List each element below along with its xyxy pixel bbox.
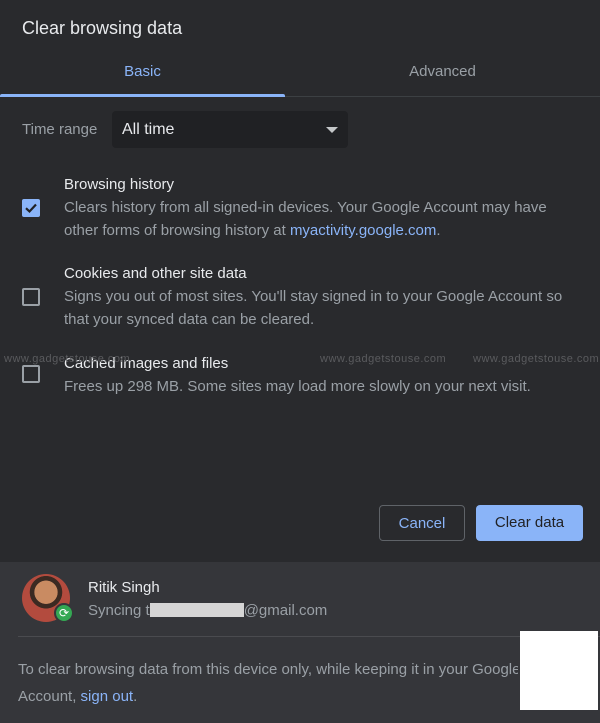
- watermark: www.gadgetstouse.com: [320, 353, 447, 365]
- footer-note-suffix: .: [133, 688, 138, 705]
- redacted-email: [149, 603, 244, 617]
- cancel-button[interactable]: Cancel: [379, 505, 465, 541]
- tab-bar: Basic Advanced: [0, 50, 600, 97]
- sync-prefix: Syncing t: [88, 602, 150, 619]
- time-range-label: Time range: [22, 121, 98, 138]
- redaction-box: [520, 631, 598, 710]
- browsing-history-desc-end: .: [436, 222, 441, 239]
- cookies-description: Signs you out of most sites. You'll stay…: [64, 288, 563, 328]
- tab-basic[interactable]: Basic: [0, 50, 285, 97]
- account-name: Ritik Singh: [88, 579, 160, 596]
- myactivity-link[interactable]: myactivity.google.com: [290, 222, 436, 239]
- clear-browsing-data-dialog: Clear browsing data Basic Advanced Time …: [0, 0, 600, 723]
- browsing-history-description: Clears history from all signed-in device…: [64, 196, 584, 242]
- sync-status: Syncing t @gmail.com: [88, 602, 327, 619]
- sync-suffix: @gmail.com: [243, 602, 328, 619]
- browsing-history-title: Browsing history: [64, 176, 175, 193]
- footer-note-line1: To clear browsing data from this device …: [18, 661, 518, 678]
- check-icon: [25, 203, 37, 214]
- clear-data-button[interactable]: Clear data: [476, 505, 583, 541]
- cookies-checkbox[interactable]: [22, 288, 40, 306]
- footer-note: To clear browsing data from this device …: [18, 656, 518, 710]
- footer-note-prefix: Account,: [18, 688, 81, 705]
- time-range-select[interactable]: All time: [112, 111, 348, 148]
- cache-checkbox[interactable]: [22, 365, 40, 383]
- watermark: www.gadgetstouse.com: [4, 353, 131, 365]
- chevron-down-icon: [326, 127, 338, 133]
- sync-icon: ⟳: [54, 603, 74, 623]
- browsing-history-checkbox[interactable]: [22, 199, 40, 217]
- tab-advanced[interactable]: Advanced: [285, 50, 600, 96]
- time-range-value: All time: [122, 121, 175, 138]
- cookies-title: Cookies and other site data: [64, 265, 247, 282]
- dialog-title: Clear browsing data: [22, 18, 183, 38]
- sign-out-link[interactable]: sign out: [81, 688, 134, 705]
- cache-description: Frees up 298 MB. Some sites may load mor…: [64, 378, 531, 395]
- watermark: www.gadgetstouse.com: [473, 353, 600, 365]
- footer-divider: [18, 636, 600, 637]
